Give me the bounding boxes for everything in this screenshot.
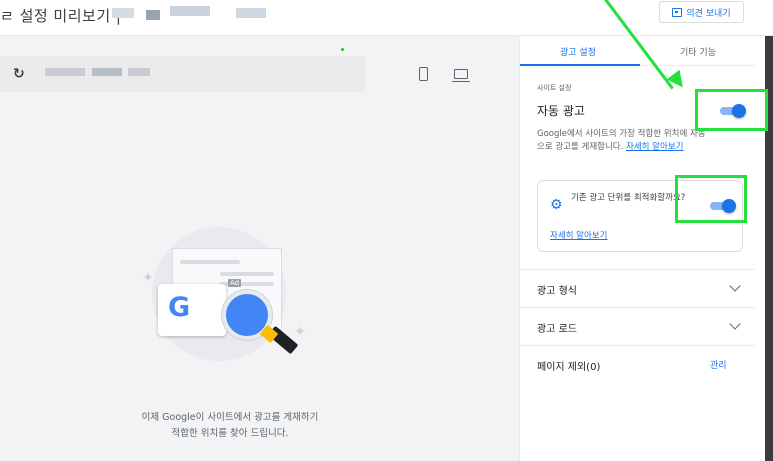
section-label: 광고 로드: [537, 324, 577, 335]
active-tab-indicator: [520, 64, 640, 66]
site-settings-label: 사이트 설정: [537, 84, 572, 92]
mobile-device-icon[interactable]: [419, 67, 428, 81]
auto-ads-learn-more-link[interactable]: 자세히 알아보기: [626, 142, 683, 152]
redacted-url-block: [112, 8, 134, 18]
tab-other-features[interactable]: 기타 기능: [680, 45, 716, 58]
ads-illustration: ✦ ✦ ✦ ✦ G Ad: [140, 222, 320, 392]
redacted-url-text: [45, 68, 85, 76]
annotation-highlight-auto-ads: [695, 89, 768, 131]
section-label: 광고 형식: [537, 286, 577, 297]
redacted-url-block: [146, 10, 160, 20]
google-logo: G: [168, 292, 191, 323]
send-feedback-button[interactable]: 의견 보내기: [659, 1, 744, 23]
tab-ad-settings[interactable]: 광고 설정: [560, 45, 596, 58]
annotation-highlight-optimize: [675, 175, 747, 223]
feedback-label: 의견 보내기: [686, 8, 731, 19]
illustration-line: [220, 272, 274, 276]
illustration-google-card: G: [158, 284, 226, 336]
chevron-down-icon: [729, 318, 741, 330]
gear-sparkle-icon: ⚙: [550, 197, 563, 213]
desktop-device-icon[interactable]: [452, 69, 470, 82]
section-page-exclusions: 페이지 제외(0) 관리: [520, 345, 756, 383]
illustration-line: [180, 260, 240, 264]
annotation-dot: [341, 48, 344, 51]
redacted-url-text: [92, 68, 122, 76]
page-title: ㄹ 설정 미리보기 |: [0, 7, 122, 25]
section-ad-load[interactable]: 광고 로드: [520, 307, 756, 345]
top-header: ㄹ 설정 미리보기 | 의견 보내기: [0, 0, 773, 36]
section-label: 페이지 제외(0): [537, 362, 601, 373]
manage-link[interactable]: 관리: [710, 358, 727, 371]
reload-icon[interactable]: ↻: [13, 66, 25, 82]
chevron-down-icon: [729, 280, 741, 292]
redacted-url-text: [128, 68, 150, 76]
feedback-icon: [672, 7, 683, 17]
optimize-learn-more-link[interactable]: 자세히 알아보기: [550, 229, 607, 241]
preview-message: 이제 Google이 사이트에서 광고를 게재하기 적합한 위치를 찾아 드립니…: [100, 410, 360, 442]
redacted-url-block: [236, 8, 266, 18]
section-ad-formats[interactable]: 광고 형식: [520, 269, 756, 307]
preview-message-line2: 적합한 위치를 찾아 드립니다.: [171, 428, 289, 439]
ad-badge: Ad: [228, 279, 242, 287]
preview-message-line1: 이제 Google이 사이트에서 광고를 게재하기: [141, 412, 319, 423]
auto-ads-description: Google에서 사이트의 가장 적합한 위치에 자동으로 광고를 게재합니다.…: [537, 128, 709, 154]
auto-ads-title: 자동 광고: [537, 104, 585, 118]
sparkle-icon: ✦: [294, 324, 306, 340]
optimize-question: 기존 광고 단위를 최적화할까요?: [571, 193, 686, 203]
redacted-url-block: [170, 6, 210, 16]
